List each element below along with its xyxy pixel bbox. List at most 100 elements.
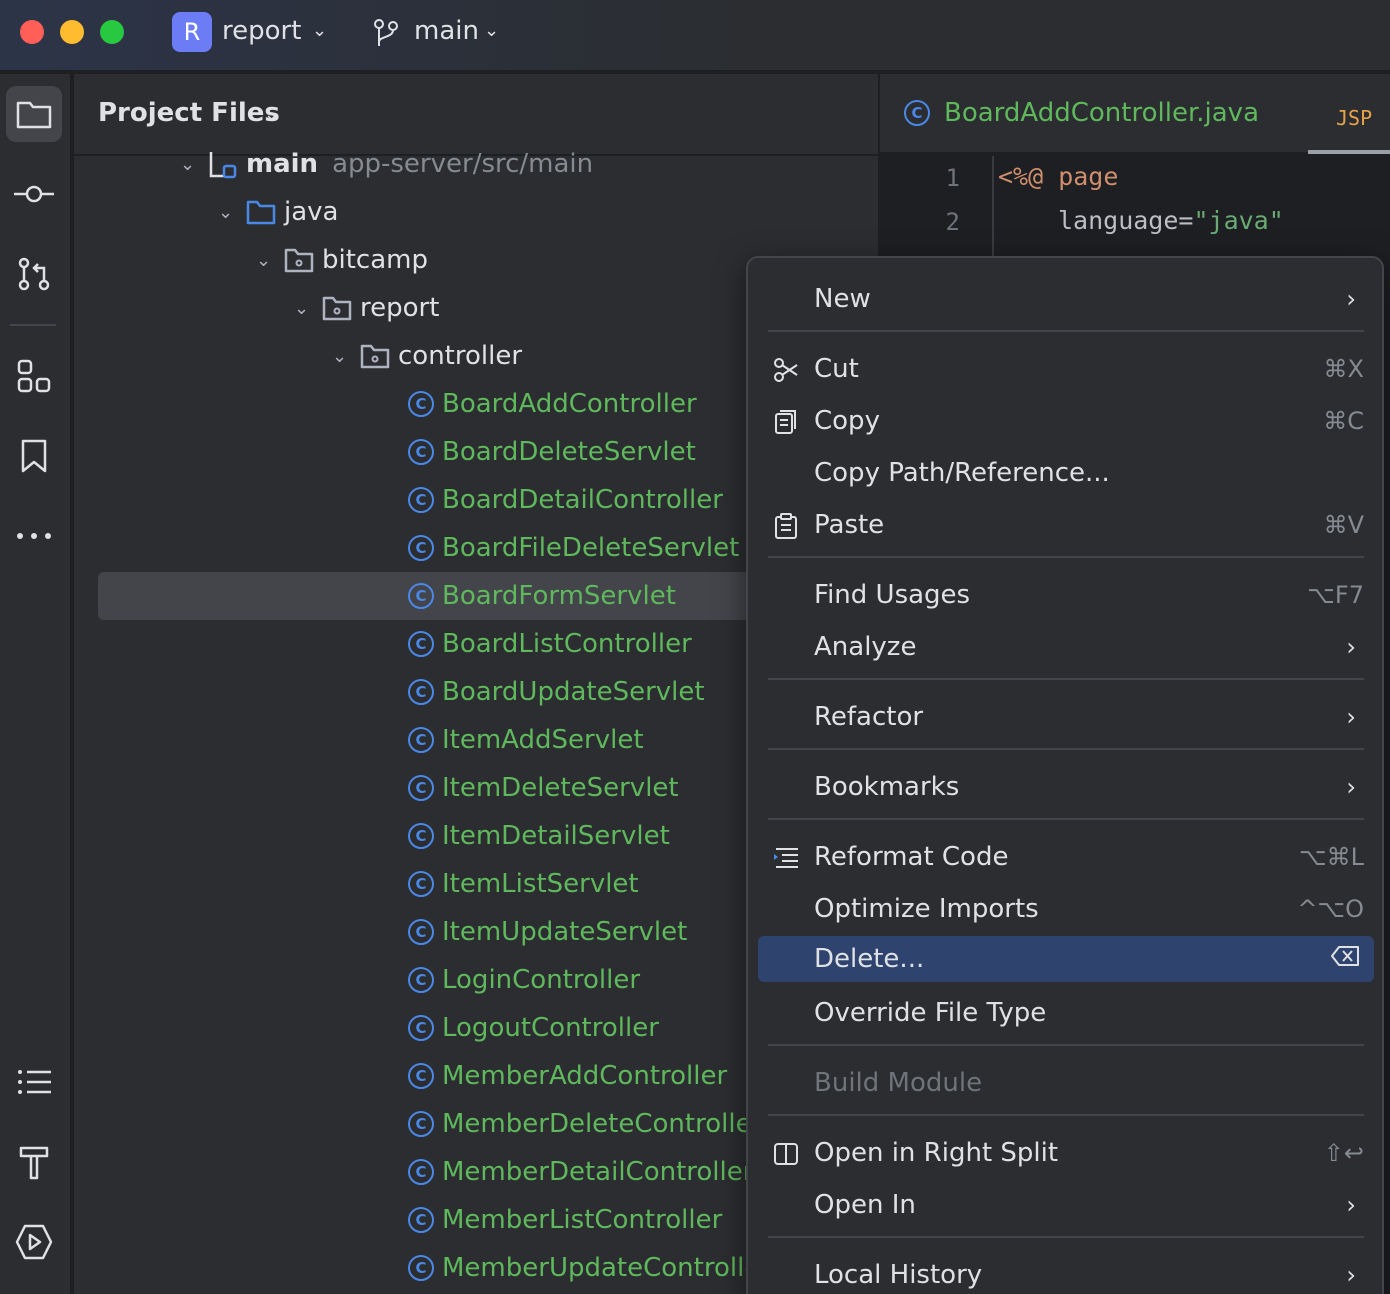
tree-class-item[interactable]: C BoardDeleteServlet — [408, 428, 696, 476]
tree-node-main[interactable]: ⌄ main app-server/src/main — [180, 140, 593, 188]
class-label: BoardDeleteServlet — [442, 437, 696, 467]
menu-shortcut: ⌘C — [1323, 407, 1364, 435]
close-window-button[interactable] — [20, 20, 44, 44]
tree-node-java[interactable]: ⌄ java — [218, 188, 338, 236]
pull-request-icon[interactable] — [6, 246, 62, 302]
module-icon — [208, 149, 238, 179]
structure-icon[interactable] — [6, 348, 62, 404]
tree-class-item[interactable]: C ItemUpdateServlet — [408, 908, 687, 956]
menu-label: Refactor — [814, 702, 924, 732]
menu-item-optimize-imports[interactable]: Optimize Imports ^⌥O — [758, 886, 1374, 932]
project-badge[interactable]: R — [172, 12, 212, 52]
folder-icon[interactable] — [6, 86, 62, 142]
menu-item-paste[interactable]: Paste ⌘V — [758, 502, 1374, 548]
scissors-icon — [772, 356, 800, 384]
tree-class-item[interactable]: C BoardListController — [408, 620, 692, 668]
list-icon[interactable] — [6, 1054, 62, 1110]
menu-label: Optimize Imports — [814, 894, 1039, 924]
menu-item-reformat-code[interactable]: Reformat Code ⌥⌘L — [758, 834, 1374, 880]
chevron-down-icon[interactable]: ⌄ — [332, 346, 360, 367]
menu-item-copy[interactable]: Copy ⌘C — [758, 398, 1374, 444]
tree-class-item[interactable]: C ItemListServlet — [408, 860, 639, 908]
menu-item-open-in-right-split[interactable]: Open in Right Split ⇧↩ — [758, 1130, 1374, 1176]
tree-class-item[interactable]: C BoardAddController — [408, 380, 697, 428]
chevron-down-icon[interactable]: ⌄ — [294, 298, 322, 319]
java-class-icon: C — [408, 631, 434, 657]
tree-class-item[interactable]: C BoardFileDeleteServlet — [408, 524, 739, 572]
context-menu: New › Cut ⌘X Copy ⌘C Copy Path/Reference… — [746, 256, 1384, 1294]
project-selector[interactable]: report — [222, 16, 301, 46]
menu-item-analyze[interactable]: Analyze › — [758, 624, 1374, 670]
tree-node-bitcamp[interactable]: ⌄ bitcamp — [256, 236, 428, 284]
menu-item-delete[interactable]: Delete... — [758, 936, 1374, 982]
copy-icon — [772, 408, 800, 436]
menu-label: Local History — [814, 1260, 983, 1290]
tree-class-item[interactable]: C MemberDetailController — [408, 1148, 753, 1196]
tree-class-item[interactable]: C LogoutController — [408, 1004, 659, 1052]
chevron-right-icon: › — [1346, 703, 1356, 731]
code-line[interactable]: <%@ page — [998, 162, 1118, 191]
tab-board-add-controller[interactable]: C BoardAddController.java — [904, 98, 1259, 128]
paste-clipboard-icon — [772, 512, 800, 540]
chevron-down-icon[interactable]: ⌄ — [312, 20, 327, 41]
git-branch-icon[interactable] — [372, 18, 400, 52]
tree-label: java — [284, 197, 339, 227]
tree-class-item[interactable]: C BoardDetailController — [408, 476, 723, 524]
editor-tab-bar: C BoardAddController.java JSP fo — [880, 74, 1390, 154]
tree-class-item[interactable]: C MemberUpdateController — [408, 1244, 771, 1292]
branch-selector[interactable]: main — [414, 16, 479, 46]
commit-icon[interactable] — [6, 166, 62, 222]
run-icon[interactable] — [6, 1214, 62, 1270]
package-icon — [360, 343, 390, 369]
tab-jsp-file[interactable]: JSP fo — [1336, 102, 1390, 132]
menu-item-bookmarks[interactable]: Bookmarks › — [758, 764, 1374, 810]
build-hammer-icon[interactable] — [6, 1134, 62, 1190]
chevron-down-icon[interactable]: ⌄ — [256, 250, 284, 271]
tree-class-item[interactable]: C LoginController — [408, 956, 640, 1004]
menu-item-find-usages[interactable]: Find Usages ⌥F7 — [758, 572, 1374, 618]
tree-class-item[interactable]: C MemberDeleteController — [408, 1100, 762, 1148]
minimize-window-button[interactable] — [60, 20, 84, 44]
tree-node-report[interactable]: ⌄ report — [294, 284, 439, 332]
tree-class-item[interactable]: C BoardUpdateServlet — [408, 668, 705, 716]
java-class-icon: C — [408, 919, 434, 945]
menu-shortcut: ⇧↩ — [1323, 1139, 1364, 1167]
strip-divider — [10, 324, 56, 326]
class-label: MemberAddController — [442, 1061, 728, 1091]
java-class-icon: C — [408, 679, 434, 705]
chevron-down-icon[interactable]: ⌄ — [264, 104, 279, 125]
tree-class-item[interactable]: C ItemAddServlet — [408, 716, 644, 764]
menu-label: Copy Path/Reference... — [814, 458, 1110, 488]
tree-class-item[interactable]: C MemberListController — [408, 1196, 722, 1244]
menu-item-override-file-type[interactable]: Override File Type — [758, 990, 1374, 1036]
tree-class-item-selected[interactable]: C BoardFormServlet — [408, 572, 676, 620]
class-label: BoardFileDeleteServlet — [442, 533, 740, 563]
chevron-down-icon[interactable]: ⌄ — [180, 154, 208, 175]
chevron-down-icon[interactable]: ⌄ — [218, 202, 246, 223]
tree-path: app-server/src/main — [332, 149, 594, 179]
chevron-down-icon[interactable]: ⌄ — [484, 20, 499, 41]
menu-item-copy-path[interactable]: Copy Path/Reference... — [758, 450, 1374, 496]
menu-item-local-history[interactable]: Local History › — [758, 1252, 1374, 1294]
tree-class-item[interactable]: C ItemDeleteServlet — [408, 764, 679, 812]
java-class-icon: C — [408, 871, 434, 897]
class-label: MemberDetailController — [442, 1157, 754, 1187]
source-folder-icon — [246, 199, 276, 225]
menu-item-refactor[interactable]: Refactor › — [758, 694, 1374, 740]
tree-class-item[interactable]: C ItemDetailServlet — [408, 812, 670, 860]
java-class-icon: C — [408, 487, 434, 513]
code-line[interactable]: language="java" — [1058, 206, 1284, 235]
panel-title[interactable]: Project Files — [98, 98, 280, 128]
bookmark-icon[interactable] — [6, 428, 62, 484]
menu-label: Open In — [814, 1190, 916, 1220]
more-icon[interactable] — [6, 508, 62, 564]
tree-class-item[interactable]: C MemberAddController — [408, 1052, 727, 1100]
class-label: BoardFormServlet — [442, 581, 676, 611]
menu-item-open-in[interactable]: Open In › — [758, 1182, 1374, 1228]
menu-item-cut[interactable]: Cut ⌘X — [758, 346, 1374, 392]
zoom-window-button[interactable] — [100, 20, 124, 44]
tree-node-controller[interactable]: ⌄ controller — [332, 332, 522, 380]
java-class-icon: C — [408, 775, 434, 801]
menu-item-new[interactable]: New › — [758, 276, 1374, 322]
java-class-icon: C — [408, 1159, 434, 1185]
